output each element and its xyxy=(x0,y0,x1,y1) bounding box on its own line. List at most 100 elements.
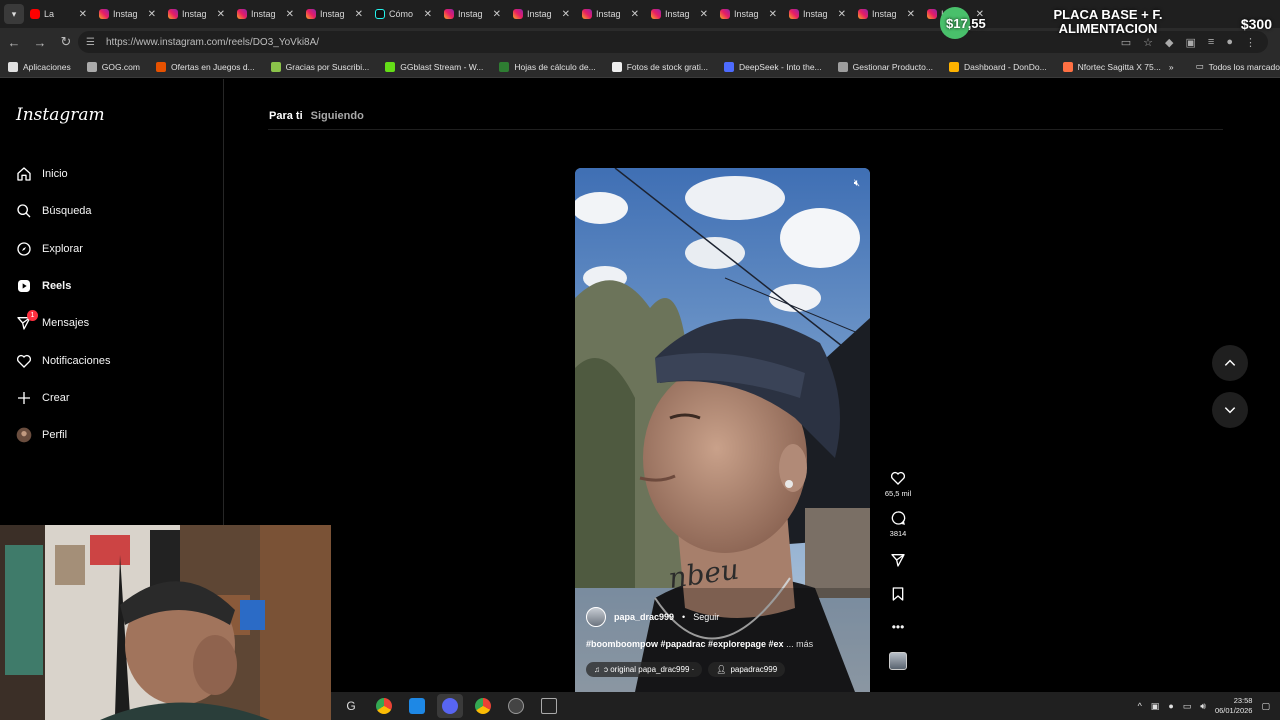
original-audio-label: ɔ original papa_drac999 · xyxy=(604,665,695,674)
close-tab-icon[interactable]: ✕ xyxy=(493,9,501,20)
close-tab-icon[interactable]: ✕ xyxy=(700,9,708,20)
bookmark-label: GOG.com xyxy=(101,61,140,72)
close-tab-icon[interactable]: ✕ xyxy=(355,9,363,20)
follow-button[interactable]: Seguir xyxy=(693,612,719,622)
streamlabs-icon[interactable] xyxy=(404,694,430,718)
browser-tab[interactable]: Instag ✕ xyxy=(714,2,783,26)
caption-more-button[interactable]: ... más xyxy=(786,639,813,649)
sidebar-item-profile[interactable]: Perfil xyxy=(16,427,67,443)
bookmark-item[interactable]: Nfortec Sagitta X 75... xyxy=(1055,61,1169,72)
microphone-icon[interactable]: ● xyxy=(1168,701,1173,711)
music-note-icon: ♫ xyxy=(594,665,600,674)
reload-button[interactable]: ↻ xyxy=(54,30,78,54)
close-tab-icon[interactable]: ✕ xyxy=(79,9,87,20)
like-action: 65,5 mil xyxy=(885,470,911,498)
close-tab-icon[interactable]: ✕ xyxy=(148,9,156,20)
bookmark-icon[interactable] xyxy=(890,586,906,602)
sidebar-item-label: Búsqueda xyxy=(42,205,92,217)
browser-tab[interactable]: Instag ✕ xyxy=(783,2,852,26)
browser-tab[interactable]: Instag ✕ xyxy=(231,2,300,26)
sidebar-item-label: Reels xyxy=(42,280,72,292)
plus-icon xyxy=(16,390,32,406)
reel-author-avatar[interactable] xyxy=(586,607,606,627)
audio-thumbnail[interactable] xyxy=(889,652,907,670)
more-options-icon[interactable]: ••• xyxy=(892,620,905,634)
browser-tab[interactable]: La ✕ xyxy=(24,2,93,26)
heart-icon[interactable] xyxy=(890,470,906,486)
sidebar-item-reels[interactable]: Reels xyxy=(16,278,71,294)
sidebar-item-label: Crear xyxy=(42,392,70,404)
notifications-icon[interactable]: ▢ xyxy=(1261,701,1270,712)
bookmark-item[interactable]: Fotos de stock grati... xyxy=(604,61,716,72)
close-tab-icon[interactable]: ✕ xyxy=(286,9,294,20)
instagram-logo[interactable]: Instagram xyxy=(16,105,105,125)
browser-tab[interactable]: Instag ✕ xyxy=(438,2,507,26)
tab-search-button[interactable]: ▾ xyxy=(4,4,24,24)
mute-icon[interactable]: 🔇︎ xyxy=(854,178,860,189)
tray-app-icon[interactable]: ▣ xyxy=(1151,701,1160,712)
tagged-user-chip[interactable]: 👤︎ papadrac999 xyxy=(708,662,786,677)
bookmark-favicon-icon xyxy=(270,61,281,72)
sidebar-item-plus[interactable]: Crear xyxy=(16,390,70,406)
bookmark-item[interactable]: Ofertas en Juegos d... xyxy=(148,61,263,72)
tab-para-ti[interactable]: Para ti xyxy=(269,110,303,122)
network-icon[interactable]: ▭ xyxy=(1183,701,1192,712)
next-reel-button[interactable] xyxy=(1212,392,1248,428)
browser-tab[interactable]: Cómo ✕ xyxy=(369,2,438,26)
tab-label: La xyxy=(44,9,55,19)
share-icon[interactable] xyxy=(890,552,906,568)
bookmark-item[interactable]: GGblast Stream - W... xyxy=(377,61,491,72)
comment-icon[interactable] xyxy=(890,510,906,526)
browser-tab[interactable]: Instag ✕ xyxy=(852,2,921,26)
reel-video[interactable]: nbeu 🔇︎ papa_drac999 • Seguir #boomboomp… xyxy=(575,168,870,692)
sidebar-item-search[interactable]: Búsqueda xyxy=(16,203,92,219)
sidebar-item-heart[interactable]: Notificaciones xyxy=(16,353,110,369)
previous-reel-button[interactable] xyxy=(1212,345,1248,381)
bookmark-item[interactable]: Gestionar Producto... xyxy=(830,61,941,72)
close-tab-icon[interactable]: ✕ xyxy=(217,9,225,20)
browser-tab[interactable]: Instag ✕ xyxy=(93,2,162,26)
bookmark-item[interactable]: Gracias por Suscribi... xyxy=(263,61,378,72)
browser-tab[interactable]: Instag ✕ xyxy=(645,2,714,26)
more-bookmarks-chevron-icon[interactable]: » xyxy=(1169,62,1174,72)
volume-icon[interactable]: 🔊︎ xyxy=(1200,701,1206,712)
like-count: 65,5 mil xyxy=(884,489,912,498)
all-bookmarks-folder[interactable]: ▭ Todos los marcadores xyxy=(1188,61,1280,72)
browser-tab[interactable]: Instag ✕ xyxy=(162,2,231,26)
site-info-icon[interactable]: ☰ xyxy=(86,37,100,48)
sidebar-item-compass[interactable]: Explorar xyxy=(16,241,83,257)
bookmark-item[interactable]: Aplicaciones xyxy=(0,61,79,72)
clock[interactable]: 23:58 06/01/2026 xyxy=(1215,696,1253,716)
tab-siguiendo[interactable]: Siguiendo xyxy=(311,110,364,122)
tab-label: Instag xyxy=(665,9,690,19)
close-tab-icon[interactable]: ✕ xyxy=(838,9,846,20)
epic-games-icon[interactable] xyxy=(536,694,562,718)
app-icon[interactable] xyxy=(503,694,529,718)
discord-icon[interactable] xyxy=(437,694,463,718)
close-tab-icon[interactable]: ✕ xyxy=(907,9,915,20)
forward-button[interactable]: → xyxy=(28,30,52,54)
chrome-icon[interactable] xyxy=(371,694,397,718)
browser-tab[interactable]: Instag ✕ xyxy=(300,2,369,26)
tray-expand-icon[interactable]: ^ xyxy=(1138,701,1142,711)
bookmark-item[interactable]: DeepSeek - Into the... xyxy=(716,61,830,72)
bookmark-item[interactable]: Dashboard - DonDo... xyxy=(941,61,1055,72)
close-tab-icon[interactable]: ✕ xyxy=(631,9,639,20)
original-audio-chip[interactable]: ♫ ɔ original papa_drac999 · xyxy=(586,662,703,677)
browser-tab[interactable]: Instag ✕ xyxy=(576,2,645,26)
close-tab-icon[interactable]: ✕ xyxy=(424,9,432,20)
bookmark-item[interactable]: GOG.com xyxy=(79,61,148,72)
close-tab-icon[interactable]: ✕ xyxy=(769,9,777,20)
reel-author-username[interactable]: papa_drac999 xyxy=(614,612,674,622)
tab-label: Instag xyxy=(527,9,552,19)
back-button[interactable]: ← xyxy=(2,30,26,54)
close-tab-icon[interactable]: ✕ xyxy=(562,9,570,20)
sidebar-item-messages[interactable]: 1 Mensajes xyxy=(16,310,89,331)
browser-tab[interactable]: Instag ✕ xyxy=(507,2,576,26)
reels-icon xyxy=(16,278,32,294)
taskbar-app-g-icon[interactable]: G xyxy=(338,694,364,718)
chrome-profile-icon[interactable] xyxy=(470,694,496,718)
instagram-icon xyxy=(789,9,799,19)
sidebar-item-home[interactable]: Inicio xyxy=(16,166,68,182)
bookmark-item[interactable]: Hojas de cálculo de... xyxy=(491,61,603,72)
